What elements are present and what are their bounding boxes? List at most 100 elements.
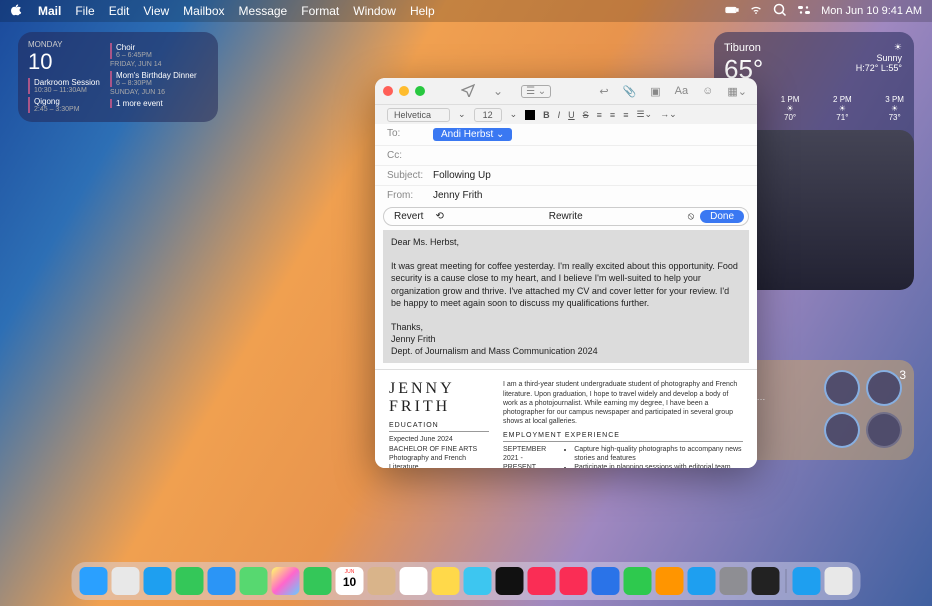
dock-appstore[interactable]: [688, 567, 716, 595]
body-sig: Jenny Frith: [391, 333, 741, 345]
calendar-daynum: 10: [28, 49, 110, 75]
dock-iphone-mirror[interactable]: [752, 567, 780, 595]
markup-icon[interactable]: ▦⌄: [727, 85, 747, 98]
resume-name: JENNY FRITH: [389, 380, 489, 416]
calendar-dayname: MONDAY: [28, 40, 110, 49]
menubar-datetime[interactable]: Mon Jun 10 9:41 AM: [821, 5, 922, 17]
dock-numbers[interactable]: [624, 567, 652, 595]
dock-downloads[interactable]: [793, 567, 821, 595]
app-name[interactable]: Mail: [38, 4, 61, 18]
event-time: 2:45 – 3:30PM: [34, 106, 110, 113]
dock-pages[interactable]: [656, 567, 684, 595]
rewrite-icon[interactable]: ⦸: [688, 211, 695, 222]
sun-icon: ☀︎: [856, 42, 902, 53]
zoom-button[interactable]: [415, 86, 425, 96]
revert-button[interactable]: Revert: [388, 210, 429, 223]
hour-label: 2 PM: [833, 95, 852, 104]
chevron-down-icon[interactable]: ⌄: [493, 84, 503, 98]
menu-file[interactable]: File: [75, 4, 94, 18]
close-button[interactable]: [383, 86, 393, 96]
bold-button[interactable]: B: [543, 110, 550, 120]
chevron-down-icon[interactable]: ⌄: [496, 129, 504, 140]
emoji-icon[interactable]: ☺: [702, 85, 713, 98]
titlebar: ⌄ ☰ ⌄ ↩ 📎 ▣ Aa ☺ ▦⌄: [375, 78, 757, 104]
weather-range: H:72° L:55°: [856, 63, 902, 73]
dock-keynote[interactable]: [592, 567, 620, 595]
subject-field[interactable]: Following Up: [433, 170, 491, 181]
menu-window[interactable]: Window: [353, 4, 396, 18]
menu-view[interactable]: View: [143, 4, 169, 18]
dock-tv[interactable]: [496, 567, 524, 595]
resume-summary: I am a third-year student undergraduate …: [503, 380, 743, 425]
indent-icon[interactable]: →⌄: [660, 109, 677, 120]
message-body[interactable]: Dear Ms. Herbst, It was great meeting fo…: [383, 230, 749, 363]
align-center-icon[interactable]: ≡: [610, 110, 615, 120]
menu-format[interactable]: Format: [301, 4, 339, 18]
dock-mail[interactable]: [208, 567, 236, 595]
reply-icon[interactable]: ↩: [599, 85, 608, 98]
dock-trash[interactable]: [825, 567, 853, 595]
dock-maps[interactable]: [240, 567, 268, 595]
mouse-icon[interactable]: [824, 412, 860, 448]
dock-reminders[interactable]: [400, 567, 428, 595]
strike-button[interactable]: S: [583, 110, 589, 120]
italic-button[interactable]: I: [558, 110, 561, 120]
dock-news[interactable]: [560, 567, 588, 595]
hour-label: 1 PM: [781, 95, 800, 104]
event-title: 1 more event: [116, 99, 208, 108]
send-icon[interactable]: [461, 83, 475, 100]
dock-settings[interactable]: [720, 567, 748, 595]
bullet: Participate in planning sessions with ed…: [574, 463, 743, 468]
attach-icon[interactable]: 📎: [623, 85, 637, 98]
menubar: Mail File Edit View Mailbox Message Form…: [0, 0, 932, 22]
menu-mailbox[interactable]: Mailbox: [183, 4, 224, 18]
minimize-button[interactable]: [399, 86, 409, 96]
underline-button[interactable]: U: [568, 110, 575, 120]
dock-calendar[interactable]: JUN10: [336, 567, 364, 595]
dock-music[interactable]: [528, 567, 556, 595]
color-swatch[interactable]: [525, 110, 535, 120]
laptop-icon[interactable]: [824, 370, 860, 406]
cc-field[interactable]: [433, 150, 745, 161]
subject-label: Subject:: [387, 170, 433, 181]
dock-safari[interactable]: [144, 567, 172, 595]
event-time: 6 – 8:30PM: [116, 80, 208, 87]
apple-icon[interactable]: [10, 3, 24, 20]
wifi-icon[interactable]: [749, 3, 763, 20]
search-icon[interactable]: [773, 3, 787, 20]
battery-icon[interactable]: [725, 3, 739, 20]
dock-finder[interactable]: [80, 567, 108, 595]
font-select[interactable]: Helvetica: [387, 108, 450, 122]
align-right-icon[interactable]: ≡: [623, 110, 628, 120]
resume-line: Photography and French Literature: [389, 454, 489, 468]
menu-message[interactable]: Message: [239, 4, 288, 18]
body-paragraph: It was great meeting for coffee yesterda…: [391, 260, 741, 309]
dock-freeform[interactable]: [464, 567, 492, 595]
dock-photos[interactable]: [272, 567, 300, 595]
from-field[interactable]: Jenny Frith: [433, 190, 482, 201]
keyboard-icon[interactable]: [866, 370, 902, 406]
event-title: Mom's Birthday Dinner: [116, 71, 208, 80]
align-left-icon[interactable]: ≡: [597, 110, 602, 120]
rewrite-button[interactable]: Rewrite: [450, 211, 682, 222]
menu-help[interactable]: Help: [410, 4, 435, 18]
to-recipient[interactable]: Andi Herbst ⌄: [433, 128, 512, 141]
dock-contacts[interactable]: [368, 567, 396, 595]
size-select[interactable]: 12: [474, 108, 502, 122]
dock-notes[interactable]: [432, 567, 460, 595]
control-center-icon[interactable]: [797, 3, 811, 20]
rewrite-bar: Revert ⟲ Rewrite ⦸ Done: [383, 207, 749, 226]
bullet: Capture high-quality photographs to acco…: [574, 445, 743, 463]
menu-edit[interactable]: Edit: [109, 4, 130, 18]
header-fields-icon[interactable]: ☰ ⌄: [521, 85, 551, 98]
calendar-widget[interactable]: MONDAY 10 Darkroom Session10:30 – 11:30A…: [18, 32, 218, 122]
format-icon[interactable]: Aa: [675, 85, 688, 98]
photo-icon[interactable]: ▣: [650, 85, 660, 98]
list-icon[interactable]: ☰⌄: [636, 109, 652, 120]
dock-facetime[interactable]: [304, 567, 332, 595]
done-button[interactable]: Done: [700, 210, 744, 223]
revert-icon[interactable]: ⟲: [435, 211, 443, 222]
empty-icon[interactable]: [866, 412, 902, 448]
dock-launchpad[interactable]: [112, 567, 140, 595]
dock-messages[interactable]: [176, 567, 204, 595]
